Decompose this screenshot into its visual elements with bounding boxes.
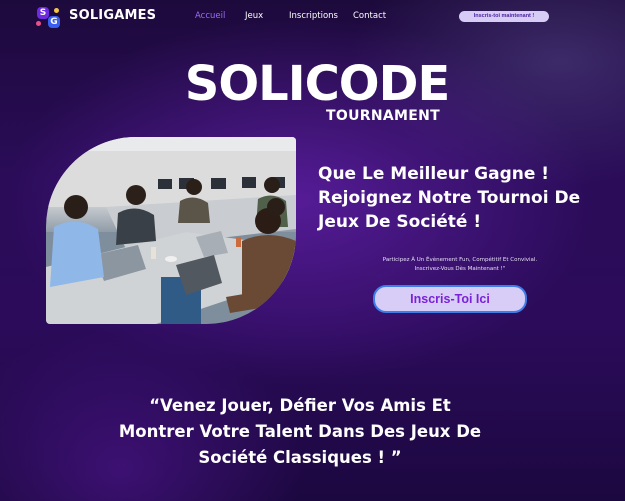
nav-link-contact[interactable]: Contact: [353, 11, 386, 21]
nav-link-inscriptions[interactable]: Inscriptions: [289, 11, 338, 21]
register-now-button[interactable]: Inscris-toi maintenant !: [459, 11, 549, 22]
hero-title: SOLICODE: [184, 56, 450, 112]
quote-line: Montrer Votre Talent Dans Des Jeux De: [118, 422, 482, 441]
hero-subtitle: TOURNAMENT: [326, 108, 440, 124]
event-photo: [46, 137, 296, 324]
blurb-line: Participez À Un Évènement Fun, Compétiti…: [382, 257, 538, 263]
nav-link-accueil[interactable]: Accueil: [195, 11, 225, 21]
logo-dot-yellow: [54, 8, 59, 13]
soligames-logo-icon[interactable]: S G: [36, 7, 62, 29]
register-here-button[interactable]: Inscris-Toi Ici: [373, 285, 527, 313]
quote: “Venez Jouer, Défier Vos Amis Et Montrer…: [90, 393, 510, 471]
blurb-line: Inscrivez-Vous Dès Maintenant !": [414, 266, 506, 272]
logo-letter-g: G: [48, 16, 60, 28]
headline-line: Que Le Meilleur Gagne !: [318, 164, 550, 184]
nav-link-jeux[interactable]: Jeux: [245, 11, 263, 21]
quote-line: Société Classiques ! ”: [198, 448, 402, 467]
intro-headline: Que Le Meilleur Gagne ! Rejoignez Notre …: [318, 162, 608, 234]
brand-name[interactable]: SOLIGAMES: [69, 8, 156, 23]
logo-letter-s: S: [37, 7, 49, 19]
intro-blurb: Participez À Un Évènement Fun, Compétiti…: [360, 256, 560, 274]
logo-dot-pink: [36, 21, 41, 26]
quote-line: “Venez Jouer, Défier Vos Amis Et: [149, 396, 451, 415]
headline-line: Jeux De Société !: [318, 212, 482, 232]
headline-line: Rejoignez Notre Tournoi De: [318, 188, 581, 208]
